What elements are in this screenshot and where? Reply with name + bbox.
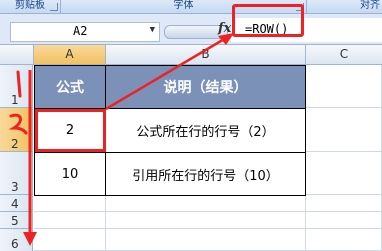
arrow-to-formula [105,36,227,111]
hand-mark-one [16,70,22,98]
arrow-head-down [23,232,37,246]
hand-mark-two [8,113,28,135]
annotation-overlay [8,33,234,246]
arrow-head-formula [218,33,234,45]
